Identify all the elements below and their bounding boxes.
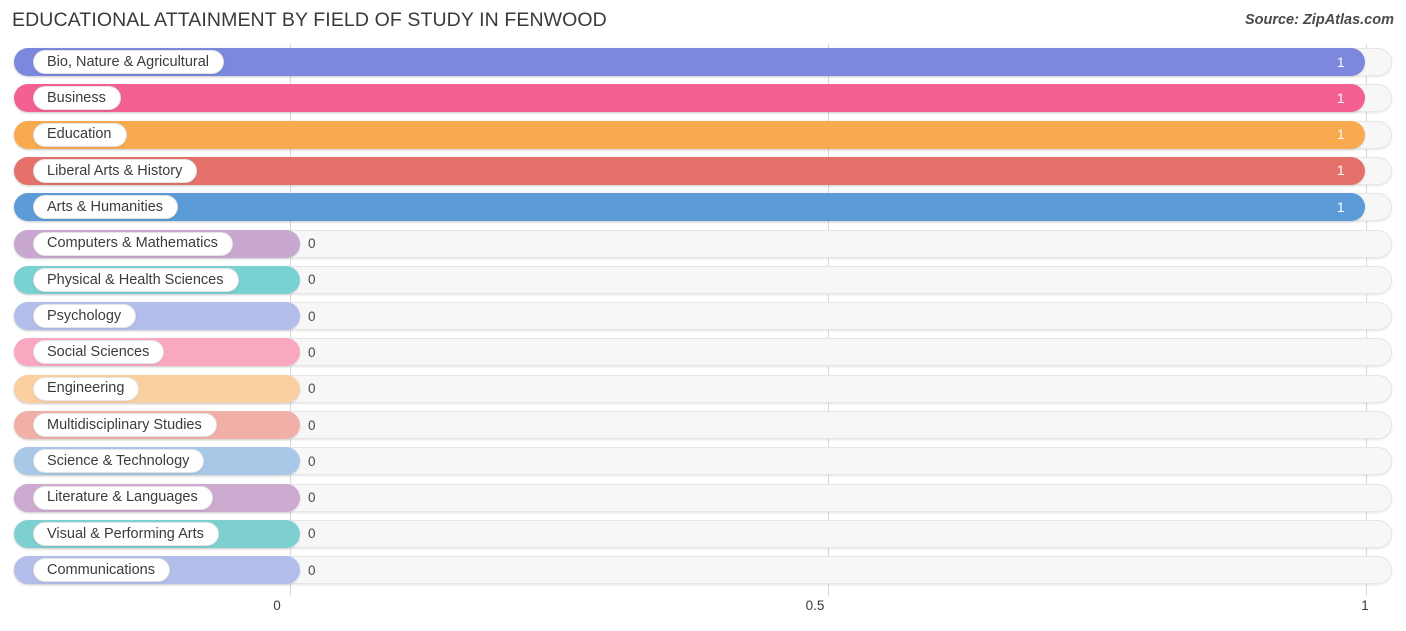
- bar-value-label: 0: [308, 308, 316, 324]
- bar-value-label: 0: [308, 562, 316, 578]
- bar-value-label: 0: [308, 272, 316, 288]
- bar-label-pill: Science & Technology: [33, 449, 205, 474]
- bar-value-label: 0: [308, 417, 316, 433]
- bar-value-label: 0: [308, 381, 316, 397]
- bar-label-text: Visual & Performing Arts: [47, 525, 204, 542]
- bar-value-label: 0: [308, 344, 316, 360]
- bar-label-text: Physical & Health Sciences: [47, 271, 224, 288]
- x-axis-tick-label: 0.5: [805, 598, 825, 613]
- bar-label-pill: Physical & Health Sciences: [33, 267, 239, 292]
- bar-value-label: 1: [1337, 90, 1345, 106]
- bar-label-text: Social Sciences: [47, 344, 150, 361]
- bar-label-pill: Arts & Humanities: [33, 195, 179, 220]
- bar-fill: [14, 156, 1365, 185]
- bar-label-pill: Multidisciplinary Studies: [33, 413, 217, 437]
- bar-value-label: 1: [1337, 163, 1345, 179]
- bar-label-pill: Visual & Performing Arts: [33, 521, 219, 546]
- bar-label-text: Psychology: [47, 307, 122, 324]
- bar-row[interactable]: Science & Technology 0: [0, 443, 1406, 479]
- bar-row[interactable]: Communications 0: [0, 552, 1406, 588]
- x-axis-tick-label: 1: [1361, 598, 1369, 613]
- bar-label-text: Communications: [47, 561, 155, 578]
- bar-label-pill: Social Sciences: [33, 340, 165, 365]
- bar-row[interactable]: Psychology 0: [0, 298, 1406, 334]
- bar-label-pill: Business: [33, 86, 121, 111]
- page-title: EDUCATIONAL ATTAINMENT BY FIELD OF STUDY…: [12, 9, 607, 31]
- bar-label-text: Business: [47, 90, 106, 107]
- bar-value-label: 0: [308, 453, 316, 469]
- bar-label-pill: Communications: [33, 558, 170, 583]
- bar-row[interactable]: Computers & Mathematics 0: [0, 226, 1406, 262]
- bar-label-pill: Liberal Arts & History: [33, 158, 198, 183]
- x-axis: 0 0.5 1: [0, 596, 1406, 631]
- bar-label-pill: Computers & Mathematics: [33, 231, 233, 256]
- bar-label-text: Computers & Mathematics: [47, 235, 218, 252]
- bar-row[interactable]: Visual & Performing Arts 0: [0, 516, 1406, 552]
- bar-value-label: 1: [1337, 127, 1345, 143]
- bar-fill: [14, 120, 1365, 149]
- bar-row[interactable]: Bio, Nature & Agricultural 1: [0, 44, 1406, 80]
- bar-value-label: 0: [308, 526, 316, 542]
- bar-row[interactable]: Engineering 0: [0, 371, 1406, 407]
- bar-fill: [14, 193, 1365, 222]
- bar-row[interactable]: Business 1: [0, 80, 1406, 116]
- bar-label-text: Engineering: [47, 380, 125, 397]
- bar-label-text: Arts & Humanities: [47, 198, 164, 215]
- chart-plot-area: Bio, Nature & Agricultural 1 Business 1 Educ…: [0, 44, 1406, 596]
- bar-fill: [14, 84, 1365, 113]
- bar-value-label: 1: [1337, 199, 1345, 215]
- bar-value-label: 0: [308, 490, 316, 506]
- bar-row[interactable]: Liberal Arts & History 1: [0, 153, 1406, 189]
- bar-label-pill: Psychology: [33, 304, 137, 329]
- chart-header: EDUCATIONAL ATTAINMENT BY FIELD OF STUDY…: [0, 0, 1406, 44]
- bar-label-text: Liberal Arts & History: [47, 162, 183, 179]
- bar-label-text: Literature & Languages: [47, 489, 198, 506]
- bar-label-pill: Bio, Nature & Agricultural: [33, 50, 224, 74]
- bar-label-pill: Literature & Languages: [33, 485, 213, 510]
- bar-row[interactable]: Social Sciences 0: [0, 334, 1406, 370]
- bar-label-text: Multidisciplinary Studies: [47, 416, 202, 433]
- bar-rows: Bio, Nature & Agricultural 1 Business 1 Educ…: [0, 44, 1406, 596]
- bar-row[interactable]: Multidisciplinary Studies 0: [0, 407, 1406, 443]
- source-attribution: Source: ZipAtlas.com: [1244, 12, 1394, 28]
- bar-label-pill: Engineering: [33, 376, 140, 401]
- bar-row[interactable]: Physical & Health Sciences 0: [0, 262, 1406, 298]
- x-axis-tick-label: 0: [273, 598, 281, 613]
- bar-label-text: Bio, Nature & Agricultural: [47, 53, 209, 70]
- bar-row[interactable]: Arts & Humanities 1: [0, 189, 1406, 225]
- bar-value-label: 1: [1337, 54, 1345, 70]
- bar-row[interactable]: Literature & Languages 0: [0, 480, 1406, 516]
- bar-row[interactable]: Education 1: [0, 117, 1406, 153]
- bar-label-text: Science & Technology: [47, 453, 190, 470]
- bar-label-pill: Education: [33, 122, 127, 147]
- bar-value-label: 0: [308, 236, 316, 251]
- bar-label-text: Education: [47, 126, 112, 143]
